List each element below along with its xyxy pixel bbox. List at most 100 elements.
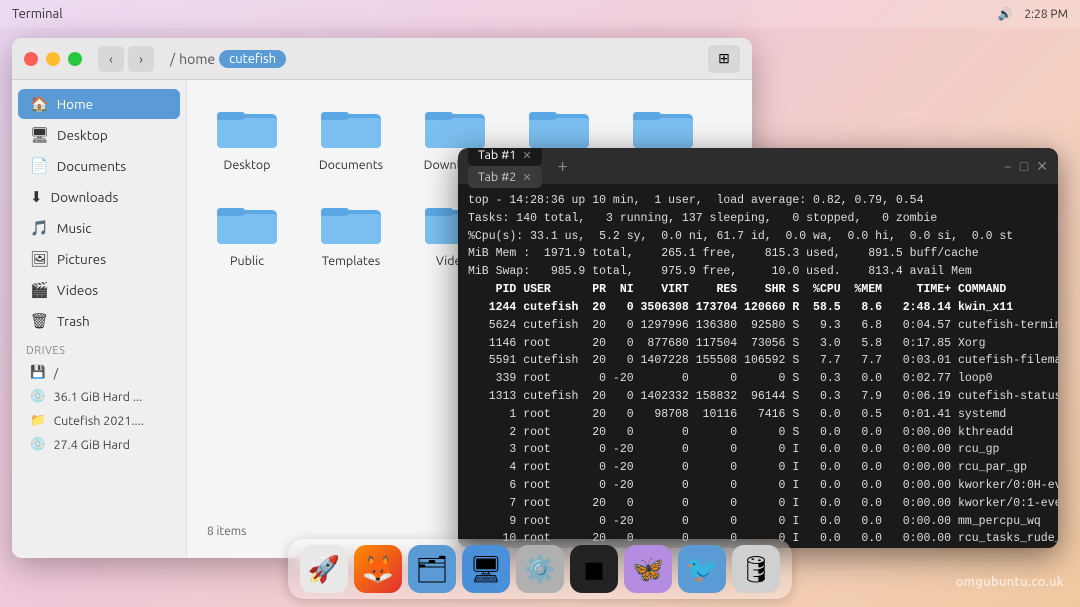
drive-label-hdd1: 36.1 GiB Hard ... — [54, 390, 142, 404]
terminal-line-14: 2 root 20 0 0 0 0 S 0.0 0.0 0:00.00 kthr… — [468, 424, 1048, 442]
home-icon: 🏠 — [30, 95, 49, 113]
drive-icon-cutefish: 📁 — [30, 413, 46, 428]
terminal-line-17: 6 root 0 -20 0 0 0 I 0.0 0.0 0:00.00 kwo… — [468, 477, 1048, 495]
sidebar-label-downloads: Downloads — [51, 189, 119, 205]
dock-icon-finder[interactable]: 🖥 — [462, 545, 510, 593]
top-bar: Terminal 🔊 2:28 PM — [0, 0, 1080, 28]
dock-icon-bird[interactable]: 🐦 — [678, 545, 726, 593]
terminal-line-12: 1313 cutefish 20 0 1402332 158832 96144 … — [468, 388, 1048, 406]
terminal-maximize[interactable]: □ — [1020, 158, 1028, 175]
dock-icon-kiki[interactable]: 🦋 — [624, 545, 672, 593]
sidebar: 🏠 Home🖥 Desktop📄 Documents⬇ Downloads🎵 M… — [12, 80, 187, 558]
dock-icon-settings[interactable]: ⚙️ — [516, 545, 564, 593]
terminal-line-7: 1244 cutefish 20 0 3506308 173704 120660… — [468, 299, 1048, 317]
drive-icon-hdd1: 💿 — [30, 389, 46, 404]
search-button[interactable]: ⊞ — [708, 45, 740, 73]
folder-icon-music — [527, 100, 591, 152]
folder-icon-public — [215, 196, 279, 248]
path-current[interactable]: cutefish — [219, 50, 286, 68]
terminal-body[interactable]: top - 14:28:36 up 10 min, 1 user, load a… — [458, 184, 1058, 548]
sidebar-label-desktop: Desktop — [57, 127, 108, 143]
folder-label-documents: Documents — [319, 158, 383, 172]
folder-icon-desktop — [215, 100, 279, 152]
drive-icon-hdd2: 💿 — [30, 437, 46, 452]
dock-icon-db[interactable]: 🛢 — [732, 545, 780, 593]
sidebar-label-music: Music — [57, 220, 92, 236]
drives-section-label: Drives — [12, 337, 186, 360]
terminal-line-10: 5591 cutefish 20 0 1407228 155508 106592… — [468, 352, 1048, 370]
terminal-line-4: MiB Swap: 985.9 total, 975.9 free, 10.0 … — [468, 263, 1048, 281]
folder-documents[interactable]: Documents — [311, 100, 391, 172]
sidebar-label-documents: Documents — [57, 158, 126, 174]
folder-icon-pictures — [631, 100, 695, 152]
videos-icon: 🎬 — [30, 281, 49, 299]
drive-item-cutefish[interactable]: 📁 Cutefish 2021.... — [18, 409, 180, 432]
sidebar-label-videos: Videos — [57, 282, 98, 298]
dock: 🚀🦊🗂🖥⚙️◼🦋🐦🛢 — [288, 539, 792, 599]
terminal-line-8: 5624 cutefish 20 0 1297996 136380 92580 … — [468, 317, 1048, 335]
folder-templates[interactable]: Templates — [311, 196, 391, 268]
sidebar-item-downloads[interactable]: ⬇ Downloads — [18, 182, 180, 212]
terminal-window: Tab #1 ✕ Tab #2 ✕ + − □ ✕ top - 14:28:36 … — [458, 148, 1058, 548]
tab-label-1: Tab #1 — [478, 148, 516, 162]
minimize-button[interactable] — [46, 52, 60, 66]
dock-icon-firefox[interactable]: 🦊 — [354, 545, 402, 593]
app-name-label: Terminal — [12, 7, 63, 21]
terminal-line-1: Tasks: 140 total, 3 running, 137 sleepin… — [468, 210, 1048, 228]
sidebar-item-trash[interactable]: 🗑 Trash — [18, 306, 180, 336]
file-manager-titlebar: ‹ › / home cutefish ⊞ — [12, 38, 752, 80]
back-button[interactable]: ‹ — [98, 46, 124, 72]
drive-label-root: / — [54, 366, 59, 380]
sidebar-label-home: Home — [57, 96, 93, 112]
drive-item-hdd1[interactable]: 💿 36.1 GiB Hard ... — [18, 385, 180, 408]
dock-icon-files[interactable]: 🗂 — [408, 545, 456, 593]
tab-close-2[interactable]: ✕ — [522, 171, 531, 184]
terminal-close[interactable]: ✕ — [1036, 158, 1048, 175]
sidebar-item-pictures[interactable]: 🖼 Pictures — [18, 244, 180, 274]
sidebar-label-pictures: Pictures — [57, 251, 106, 267]
folder-label-desktop: Desktop — [224, 158, 271, 172]
terminal-minimize[interactable]: − — [1004, 158, 1012, 175]
folder-label-public: Public — [230, 254, 264, 268]
terminal-line-15: 3 root 0 -20 0 0 0 I 0.0 0.0 0:00.00 rcu… — [468, 441, 1048, 459]
terminal-titlebar: Tab #1 ✕ Tab #2 ✕ + − □ ✕ — [458, 148, 1058, 184]
drive-label-hdd2: 27.4 GiB Hard — [54, 438, 130, 452]
folder-icon-documents — [319, 100, 383, 152]
terminal-line-0: top - 14:28:36 up 10 min, 1 user, load a… — [468, 192, 1048, 210]
folder-icon-templates — [319, 196, 383, 248]
dock-icon-terminal[interactable]: ◼ — [570, 545, 618, 593]
sidebar-label-trash: Trash — [57, 313, 90, 329]
drive-icon-root: 💾 — [30, 365, 46, 380]
breadcrumb: / home cutefish — [170, 50, 286, 68]
terminal-line-18: 7 root 20 0 0 0 0 I 0.0 0.0 0:00.00 kwor… — [468, 495, 1048, 513]
sidebar-item-desktop[interactable]: 🖥 Desktop — [18, 120, 180, 150]
folder-desktop[interactable]: Desktop — [207, 100, 287, 172]
path-root[interactable]: / — [170, 51, 175, 67]
terminal-line-16: 4 root 0 -20 0 0 0 I 0.0 0.0 0:00.00 rcu… — [468, 459, 1048, 477]
forward-button[interactable]: › — [128, 46, 154, 72]
new-tab-button[interactable]: + — [552, 155, 574, 177]
close-button[interactable] — [24, 52, 38, 66]
volume-icon: 🔊 — [997, 7, 1012, 21]
dock-icon-launcher[interactable]: 🚀 — [300, 545, 348, 593]
documents-icon: 📄 — [30, 157, 49, 175]
drive-item-hdd2[interactable]: 💿 27.4 GiB Hard — [18, 433, 180, 456]
terminal-line-11: 339 root 0 -20 0 0 0 S 0.3 0.0 0:02.77 l… — [468, 370, 1048, 388]
tab-label-2: Tab #2 — [478, 170, 516, 184]
folder-icon-downloads — [423, 100, 487, 152]
tab-close-1[interactable]: ✕ — [522, 149, 531, 162]
sidebar-item-documents[interactable]: 📄 Documents — [18, 151, 180, 181]
maximize-button[interactable] — [68, 52, 82, 66]
terminal-line-2: %Cpu(s): 33.1 us, 5.2 sy, 0.0 ni, 61.7 i… — [468, 228, 1048, 246]
terminal-line-9: 1146 root 20 0 877680 117504 73056 S 3.0… — [468, 335, 1048, 353]
drive-item-root[interactable]: 💾 / — [18, 361, 180, 384]
sidebar-item-music[interactable]: 🎵 Music — [18, 213, 180, 243]
sidebar-item-home[interactable]: 🏠 Home — [18, 89, 180, 119]
desktop-icon: 🖥 — [30, 126, 49, 144]
terminal-tab-1[interactable]: Tab #1 ✕ — [468, 148, 542, 166]
downloads-icon: ⬇ — [30, 188, 43, 206]
folder-public[interactable]: Public — [207, 196, 287, 268]
clock: 2:28 PM — [1024, 8, 1068, 21]
path-home[interactable]: home — [179, 51, 215, 67]
sidebar-item-videos[interactable]: 🎬 Videos — [18, 275, 180, 305]
